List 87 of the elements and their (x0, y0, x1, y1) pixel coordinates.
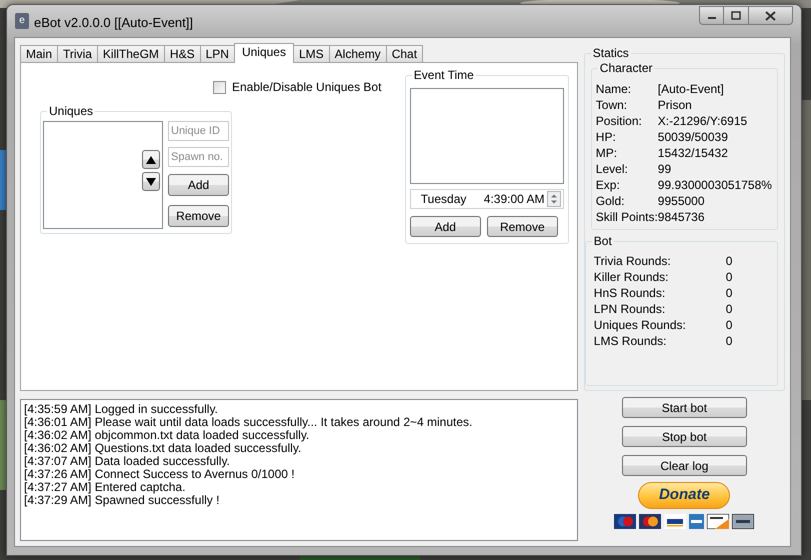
add-button[interactable]: Add (168, 174, 229, 196)
move-up-button[interactable] (142, 150, 160, 169)
field-value: 15432/15432 (658, 145, 728, 161)
time-text: 4:39:00 AM (484, 191, 545, 208)
field-value: 9845736 (658, 209, 705, 225)
field-value: 50039/50039 (658, 129, 728, 145)
field-value: 0 (726, 333, 732, 349)
up-arrow-icon (146, 156, 156, 164)
group-title: Bot (592, 234, 614, 248)
field-value: 99 (658, 161, 672, 177)
log-line: [4:37:27 AM] Entered captcha. (24, 481, 186, 494)
field-label: HnS Rounds: (594, 285, 666, 301)
field-value: 0 (726, 301, 732, 317)
card-icon (707, 514, 730, 529)
field-value: 0 (726, 269, 732, 285)
tab[interactable]: LPN (200, 45, 235, 62)
app-icon: e (15, 13, 29, 29)
card-icon (614, 514, 636, 529)
card-icon (639, 514, 662, 529)
spawn-number-field[interactable]: Spawn no. (168, 147, 229, 167)
field-value: [Auto-Event] (658, 81, 724, 97)
field-value: 0 (726, 253, 732, 269)
log-line: [4:37:26 AM] Connect Success to Avernus 0/1000 ! (24, 468, 296, 482)
close-button[interactable] (749, 6, 793, 25)
field-label: Name: (596, 81, 632, 97)
field-label: Town: (596, 97, 628, 113)
log-line: [4:36:02 AM] Questions.txt data loaded successfully. (24, 442, 302, 456)
remove-button[interactable]: Remove (168, 205, 229, 227)
field-label: Killer Rounds: (594, 269, 670, 285)
field-value: 0 (726, 285, 732, 301)
stop-bot-button[interactable]: Stop bot (622, 426, 747, 447)
group-title: Uniques (47, 104, 96, 118)
group-title: Event Time (412, 68, 476, 82)
field-value: Prison (658, 97, 692, 113)
field-label: MP: (596, 145, 618, 161)
log-line: [4:37:07 AM] Data loaded successfully. (24, 455, 231, 468)
move-down-button[interactable] (142, 172, 160, 191)
field-label: Position: (596, 113, 643, 129)
tab[interactable]: H&S (164, 45, 201, 62)
log-line: [4:37:29 AM] Spawned successfully ! (24, 494, 220, 508)
field-label: LPN Rounds: (594, 301, 666, 317)
bank-icon (732, 514, 754, 529)
tab[interactable]: Uniques (234, 43, 294, 63)
remove-button[interactable]: Remove (486, 216, 558, 237)
field-label: Uniques Rounds: (594, 317, 687, 333)
field-label: LMS Rounds: (594, 333, 668, 349)
field-label: HP: (596, 129, 617, 145)
add-button[interactable]: Add (410, 216, 481, 237)
field-label: Exp: (596, 177, 621, 193)
time-picker[interactable]: Tuesday 4:39:00 AM (410, 189, 564, 209)
clear-log-button[interactable]: Clear log (622, 455, 747, 476)
tab[interactable]: Main (20, 45, 58, 62)
donate-button[interactable]: Donate (638, 482, 730, 509)
unique-id-field[interactable]: Unique ID (168, 121, 229, 141)
tab[interactable]: Trivia (57, 45, 98, 62)
field-label: Level: (596, 161, 629, 177)
tab[interactable]: LMS (292, 45, 330, 62)
start-bot-button[interactable]: Start bot (622, 397, 747, 418)
group-title: Statics (590, 46, 631, 60)
log-line: [4:36:01 AM] Please wait until data loads successfully... It takes around 2~4 minutes. (24, 416, 474, 430)
event-time-list[interactable] (410, 88, 564, 184)
field-label: Skill Points: (596, 209, 658, 225)
log-line: [4:35:59 AM] Logged in successfully. (24, 403, 219, 416)
down-arrow-icon (146, 178, 156, 186)
close-icon (765, 10, 776, 20)
field-label: Trivia Rounds: (594, 253, 672, 269)
tab[interactable]: KillTheGM (96, 45, 165, 62)
checkbox[interactable] (213, 80, 226, 94)
card-icon (664, 514, 686, 529)
field-value: X:-21296/Y:6915 (658, 113, 748, 129)
spinner-icon[interactable] (546, 191, 561, 207)
tab[interactable]: Alchemy (328, 45, 387, 62)
uniques-list[interactable] (43, 121, 163, 229)
day-text: Tuesday (420, 191, 468, 208)
log-line: [4:36:02 AM] objcommon.txt data loaded successfully. (24, 429, 310, 442)
card-icon (689, 514, 704, 529)
tab[interactable]: Chat (386, 45, 424, 62)
maximize-button[interactable] (724, 6, 749, 25)
group-title: Character (598, 61, 654, 75)
field-value: 9955000 (658, 193, 705, 209)
window-title: eBot v2.0.0.0 [[Auto-Event]] (34, 14, 193, 32)
maximize-icon (731, 11, 741, 20)
field-value: 0 (726, 317, 732, 333)
checkbox-label[interactable]: Enable/Disable Uniques Bot (232, 78, 382, 96)
field-label: Gold: (596, 193, 626, 209)
minimize-button[interactable] (699, 6, 724, 25)
field-value: 99.9300003051758% (658, 177, 772, 193)
